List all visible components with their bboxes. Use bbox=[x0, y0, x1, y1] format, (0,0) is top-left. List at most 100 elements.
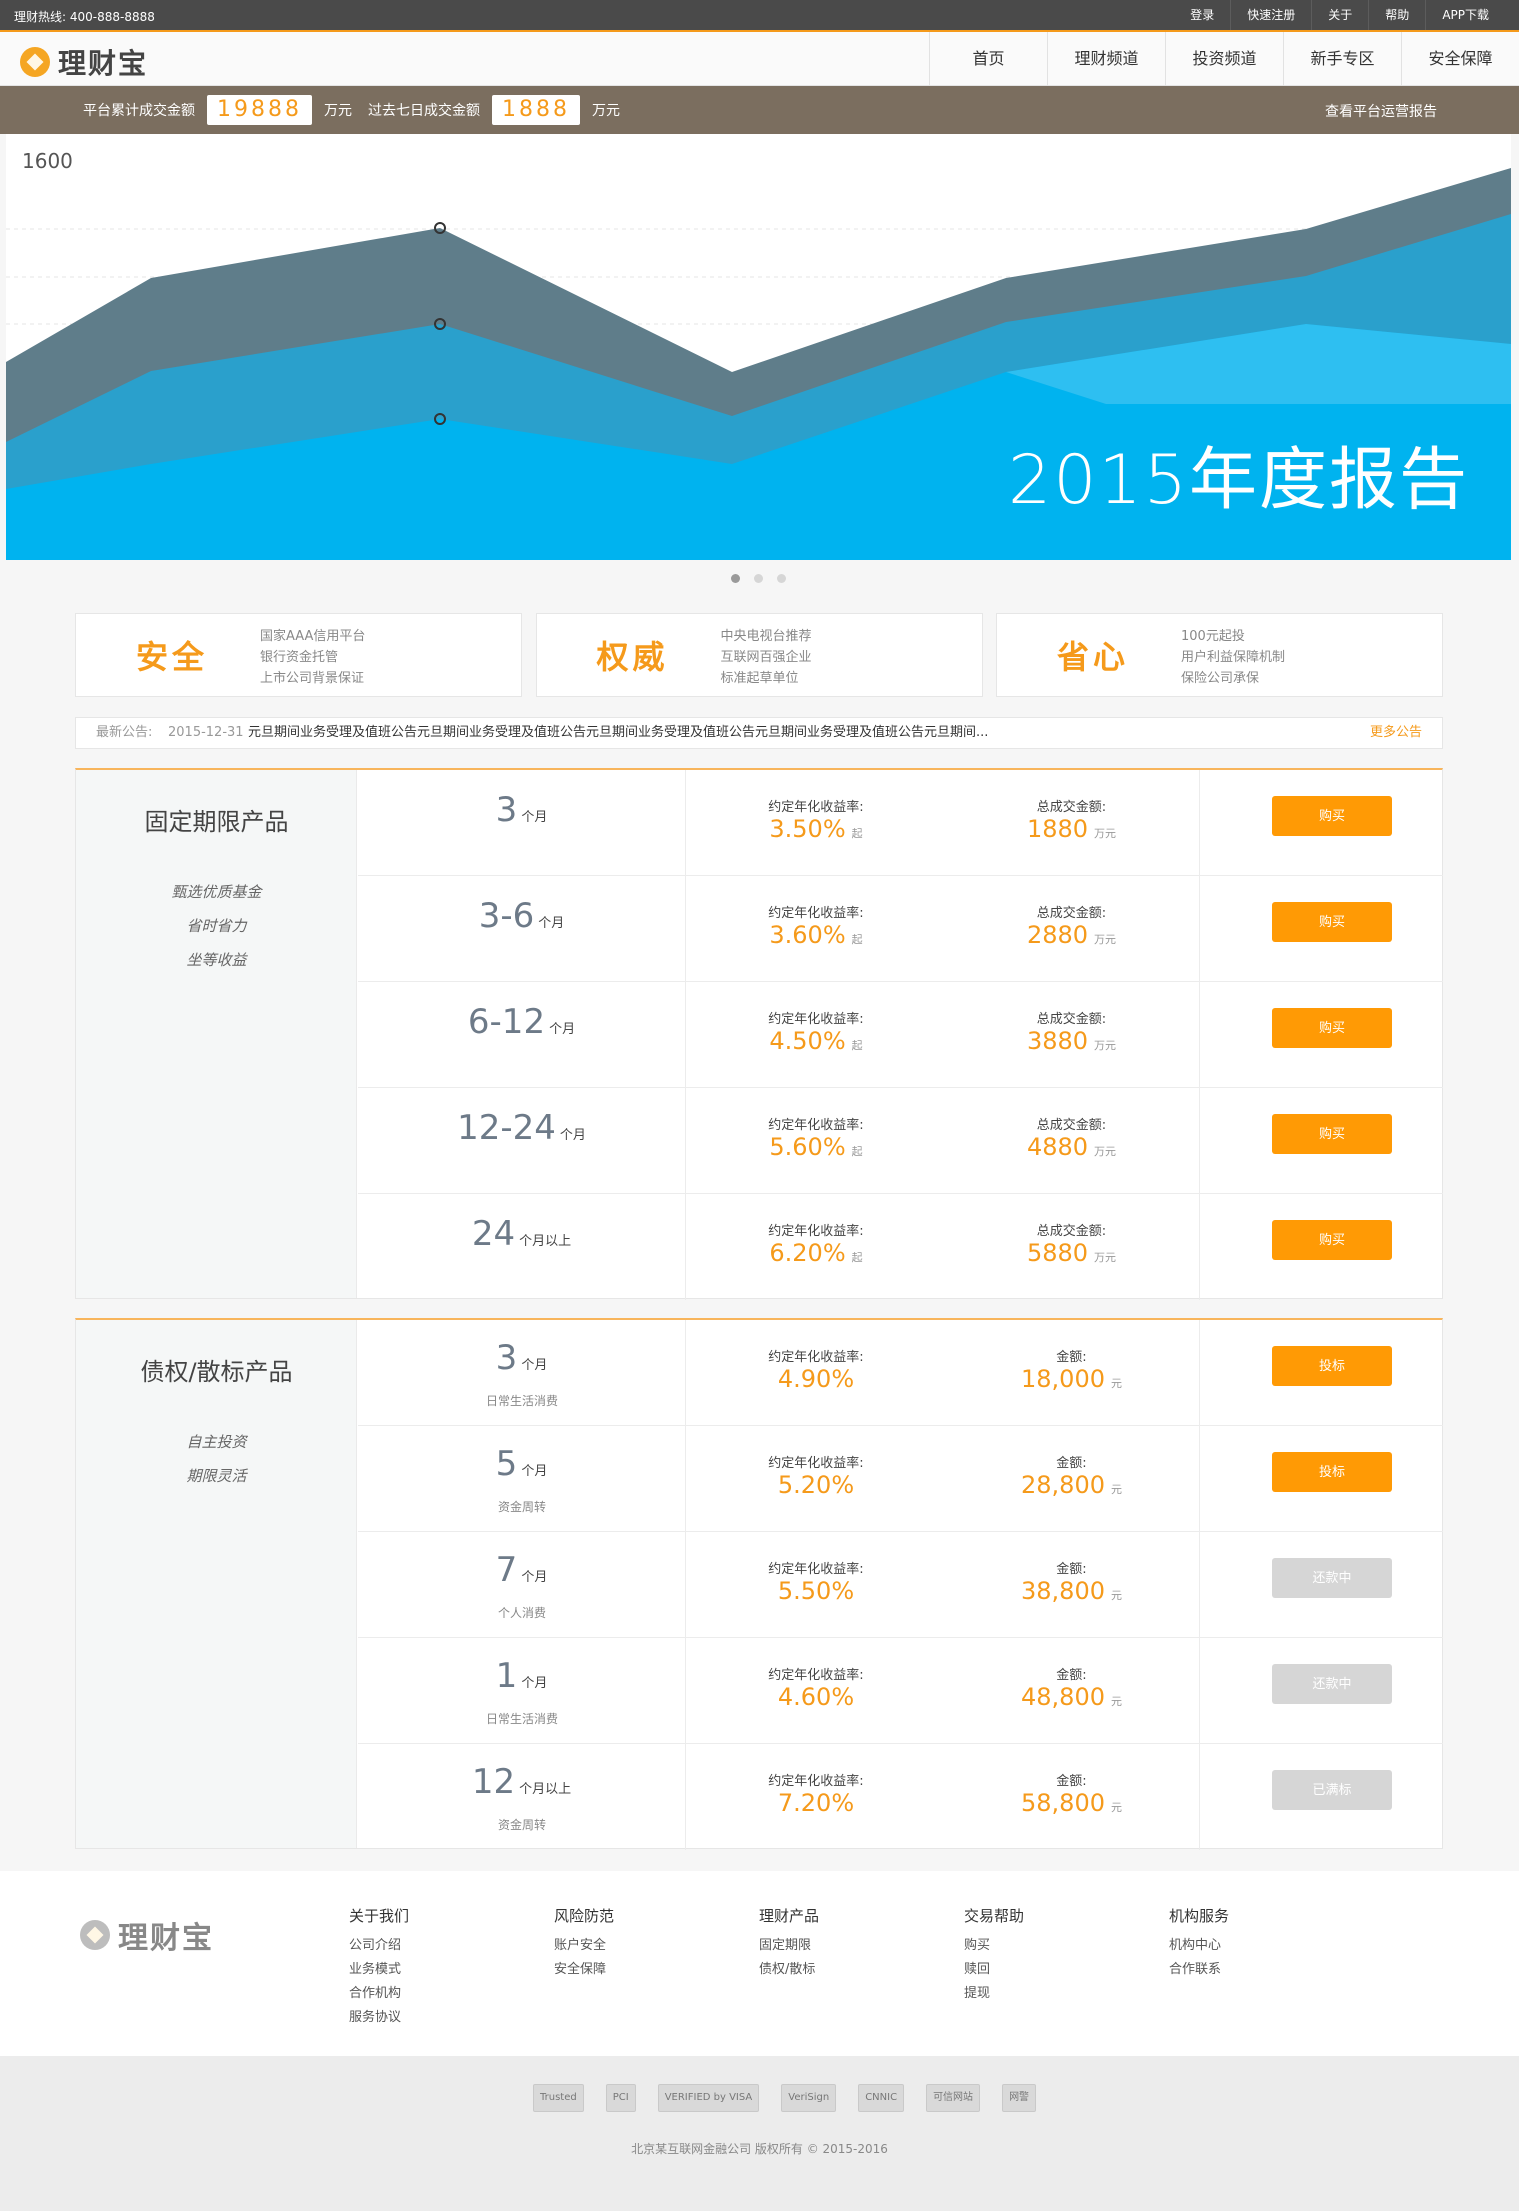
buy-button[interactable]: 购买 bbox=[1272, 796, 1392, 836]
annual-report-banner[interactable]: 1600 2015年度报告 bbox=[6, 134, 1511, 560]
amount-unit: 元 bbox=[1110, 1801, 1122, 1814]
hotline-text: 理财热线: 400-888-8888 bbox=[14, 10, 155, 24]
repaying-status-button: 还款中 bbox=[1272, 1664, 1392, 1704]
term-cell: 3 个月 日常生活消费 bbox=[358, 1320, 686, 1426]
bid-button[interactable]: 投标 bbox=[1272, 1452, 1392, 1492]
login-link[interactable]: 登录 bbox=[1174, 0, 1230, 30]
rate-suffix: 起 bbox=[851, 1145, 863, 1158]
term-unit: 个月 bbox=[549, 1022, 576, 1037]
verisign-badge-icon[interactable]: VeriSign bbox=[781, 2084, 837, 2112]
footer-link[interactable]: 合作机构 bbox=[349, 1982, 409, 2006]
footer-bottom: Trusted PCI VERIFIED by VISA VeriSign CN… bbox=[0, 2056, 1519, 2211]
total-amount-label: 平台累计成交金额 bbox=[83, 103, 195, 119]
help-link[interactable]: 帮助 bbox=[1368, 0, 1425, 30]
footer-link[interactable]: 服务协议 bbox=[349, 2006, 409, 2030]
pci-badge-icon[interactable]: PCI bbox=[605, 2084, 636, 2112]
notice-text-link[interactable]: 元旦期间业务受理及值班公告元旦期间业务受理及值班公告元旦期间业务受理及值班公告元… bbox=[248, 718, 1248, 748]
amount-label: 金额: bbox=[1056, 1456, 1087, 1471]
product-row: 6-12 个月 约定年化收益率: 4.50% 起 总成交金额: 3880 万元 购买 bbox=[358, 982, 1443, 1088]
logo-text: 理财宝 bbox=[58, 47, 149, 80]
police-badge-icon[interactable]: 网警 bbox=[1002, 2084, 1037, 2112]
amount-unit: 元 bbox=[1110, 1589, 1122, 1602]
amount-unit: 万元 bbox=[1094, 1145, 1117, 1158]
amount-label: 总成交金额: bbox=[1036, 1224, 1107, 1239]
loan-purpose: 资金周转 bbox=[497, 1818, 546, 1832]
term-value: 5 bbox=[495, 1444, 518, 1484]
nav-security[interactable]: 安全保障 bbox=[1401, 32, 1519, 86]
trusted-badge-icon[interactable]: Trusted bbox=[533, 2084, 584, 2112]
amount-label: 总成交金额: bbox=[1036, 906, 1107, 921]
cnnic-badge-icon[interactable]: CNNIC bbox=[858, 2084, 905, 2112]
product-row: 12-24 个月 约定年化收益率: 5.60% 起 总成交金额: 4880 万元 购买 bbox=[358, 1088, 1443, 1194]
nav-home[interactable]: 首页 bbox=[929, 32, 1047, 86]
feature-line: 用户利益保障机制 bbox=[1181, 650, 1286, 665]
amount-value: 18,000 bbox=[1021, 1365, 1105, 1393]
buy-button[interactable]: 购买 bbox=[1272, 1114, 1392, 1154]
term-unit: 个月 bbox=[521, 1570, 548, 1585]
fixed-term-tag: 坐等收益 bbox=[186, 951, 247, 969]
footer-col-heading: 交易帮助 bbox=[964, 1907, 1025, 1925]
copyright-text: 北京某互联网金融公司 版权所有 © 2015-2016 bbox=[631, 2142, 888, 2156]
amount-unit: 元 bbox=[1110, 1377, 1122, 1390]
amount-unit: 万元 bbox=[1094, 1251, 1117, 1264]
carousel-dot-2[interactable] bbox=[754, 574, 763, 583]
trusted-site-badge-icon[interactable]: 可信网站 bbox=[926, 2084, 981, 2112]
buy-button[interactable]: 购买 bbox=[1272, 1008, 1392, 1048]
about-link[interactable]: 关于 bbox=[1311, 0, 1368, 30]
operation-report-link[interactable]: 查看平台运营报告 bbox=[1325, 101, 1437, 121]
rate-label: 约定年化收益率: bbox=[768, 800, 864, 815]
rate-label: 约定年化收益率: bbox=[768, 1456, 864, 1471]
bid-button[interactable]: 投标 bbox=[1272, 1346, 1392, 1386]
feature-line: 银行资金托管 bbox=[260, 650, 339, 665]
footer-link[interactable]: 账户安全 bbox=[554, 1934, 614, 1958]
amount-label: 金额: bbox=[1056, 1350, 1087, 1365]
fixed-term-tag: 省时省力 bbox=[186, 917, 247, 935]
repaying-status-button: 还款中 bbox=[1272, 1558, 1392, 1598]
feature-line: 标准起草单位 bbox=[720, 671, 799, 686]
product-row: 3 个月 约定年化收益率: 3.50% 起 总成交金额: 1880 万元 购买 bbox=[358, 770, 1443, 876]
amount-cell: 金额: 48,800 元 bbox=[944, 1638, 1200, 1744]
site-logo[interactable]: 理财宝 bbox=[20, 42, 148, 82]
rate-value: 4.90% bbox=[777, 1365, 855, 1393]
rate-suffix: 起 bbox=[851, 827, 863, 840]
nav-invest-channel[interactable]: 投资频道 bbox=[1165, 32, 1283, 86]
amount-label: 总成交金额: bbox=[1036, 800, 1107, 815]
more-notices-link[interactable]: 更多公告 bbox=[1370, 718, 1422, 748]
nav-finance-channel[interactable]: 理财频道 bbox=[1047, 32, 1165, 86]
footer-link[interactable]: 业务模式 bbox=[349, 1958, 409, 1982]
carousel-dot-1[interactable] bbox=[731, 574, 740, 583]
buy-button[interactable]: 购买 bbox=[1272, 1220, 1392, 1260]
term-unit: 个月 bbox=[521, 810, 548, 825]
footer-link[interactable]: 购买 bbox=[964, 1934, 1024, 1958]
footer-logo[interactable]: 理财宝 bbox=[80, 1913, 214, 1957]
footer-link[interactable]: 赎回 bbox=[964, 1958, 1024, 1982]
amount-value: 38,800 bbox=[1021, 1577, 1105, 1605]
footer-link[interactable]: 安全保障 bbox=[554, 1958, 614, 1982]
footer-col-heading: 关于我们 bbox=[349, 1907, 410, 1925]
footer-link[interactable]: 提现 bbox=[964, 1982, 1024, 2006]
footer-link[interactable]: 机构中心 bbox=[1169, 1934, 1229, 1958]
rate-cell: 约定年化收益率: 4.60% bbox=[688, 1638, 944, 1744]
footer-link[interactable]: 固定期限 bbox=[759, 1934, 819, 1958]
footer-link[interactable]: 债权/散标 bbox=[759, 1958, 819, 1982]
amount-value: 28,800 bbox=[1021, 1471, 1105, 1499]
term-value: 6-12 bbox=[467, 1002, 546, 1042]
footer-col-about: 关于我们 公司介绍 业务模式 合作机构 服务协议 bbox=[349, 1905, 409, 2030]
fixed-term-panel: 固定期限产品 甄选优质基金 省时省力 坐等收益 3 个月 约定年化收益率: 3.5… bbox=[75, 768, 1443, 1300]
debt-title: 债权/散标产品 bbox=[140, 1358, 293, 1386]
feature-card-safe: 安全 国家AAA信用平台 银行资金托管 上市公司背景保证 bbox=[75, 613, 522, 697]
amount-value: 48,800 bbox=[1021, 1683, 1105, 1711]
term-cell: 3-6 个月 bbox=[358, 876, 686, 982]
carousel-dot-3[interactable] bbox=[777, 574, 786, 583]
banner-y-label: 1600 bbox=[22, 149, 73, 173]
amount-unit: 万元 bbox=[1094, 933, 1117, 946]
verified-by-visa-badge-icon[interactable]: VERIFIED by VISA bbox=[657, 2084, 760, 2112]
notice-bar: 最新公告: 2015-12-31 元旦期间业务受理及值班公告元旦期间业务受理及值… bbox=[75, 717, 1443, 749]
footer-link[interactable]: 合作联系 bbox=[1169, 1958, 1229, 1982]
rate-cell: 约定年化收益率: 6.20% 起 bbox=[688, 1194, 944, 1300]
footer-link[interactable]: 公司介绍 bbox=[349, 1934, 409, 1958]
app-download-link[interactable]: APP下载 bbox=[1425, 0, 1505, 30]
nav-newbie-zone[interactable]: 新手专区 bbox=[1283, 32, 1401, 86]
buy-button[interactable]: 购买 bbox=[1272, 902, 1392, 942]
register-link[interactable]: 快速注册 bbox=[1230, 0, 1311, 30]
